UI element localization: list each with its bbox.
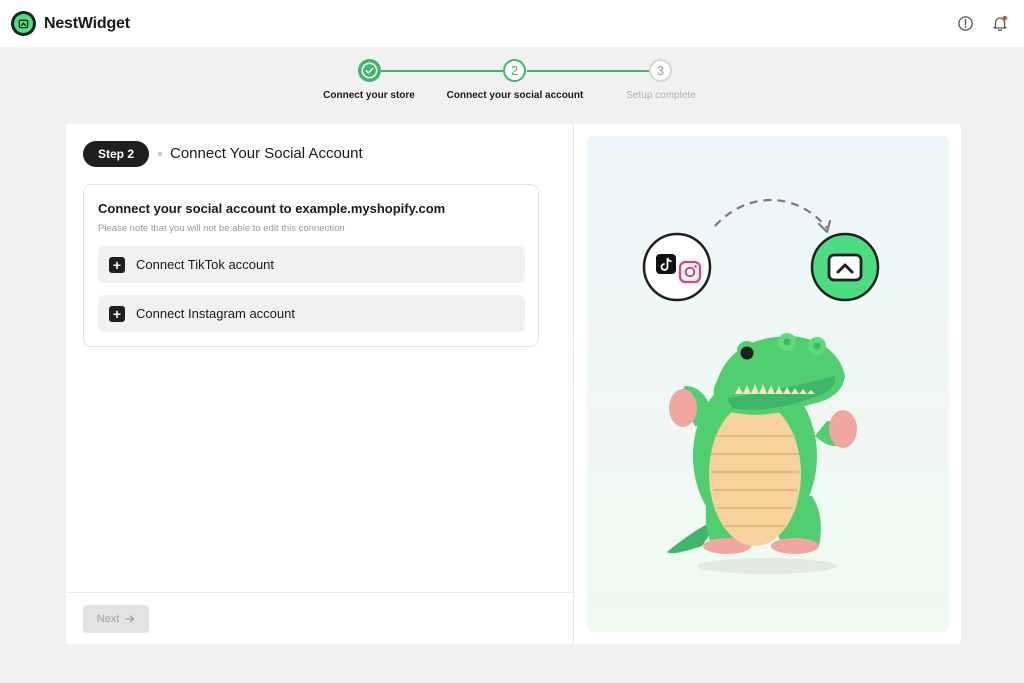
step-2-label: Connect your social account: [446, 90, 584, 101]
connect-instagram-label: Connect Instagram account: [136, 306, 295, 321]
nestwidget-icon: [810, 232, 880, 302]
step-3-indicator: 3: [649, 59, 672, 82]
illustration-panel: [587, 136, 949, 632]
step-3-label: Setup complete: [626, 90, 696, 101]
step-2-indicator: 2: [503, 59, 526, 82]
step-connector: [527, 70, 649, 72]
progress-stepper: 2 3 Connect your store Connect your soci…: [0, 58, 1024, 108]
step-1-check-icon: [358, 59, 381, 82]
footer-divider: [66, 592, 574, 593]
dashed-arrow: [714, 199, 828, 229]
app-name: NestWidget: [44, 14, 130, 32]
connect-heading: Connect your social account to example.m…: [98, 201, 446, 216]
social-networks-icon: [642, 232, 712, 302]
connect-illustration: [642, 199, 880, 574]
connect-panel: Step 2 Connect Your Social Account Conne…: [66, 124, 574, 644]
step-1-label: Connect your store: [323, 90, 415, 101]
next-button[interactable]: Next: [83, 605, 149, 633]
brand-logo-icon: [11, 11, 36, 36]
top-bar: NestWidget: [0, 0, 1024, 47]
arrow-right-icon: [125, 615, 135, 623]
connect-instagram-button[interactable]: + Connect Instagram account: [98, 295, 525, 332]
bell-icon[interactable]: [990, 13, 1010, 33]
main-card: Step 2 Connect Your Social Account Conne…: [66, 124, 961, 644]
step-connector: [381, 70, 503, 72]
connect-accounts-box: Connect your social account to example.m…: [83, 184, 539, 347]
connect-tiktok-button[interactable]: + Connect TikTok account: [98, 246, 525, 283]
connect-tiktok-label: Connect TikTok account: [136, 257, 275, 272]
next-label: Next: [96, 613, 120, 625]
plus-icon: +: [109, 256, 125, 273]
plus-icon: +: [109, 305, 125, 322]
step-badge: Step 2: [83, 141, 149, 167]
brand[interactable]: NestWidget: [11, 11, 130, 36]
separator-dot: [158, 152, 162, 156]
page-title: Connect Your Social Account: [170, 145, 363, 162]
connect-note: Please note that you will not be able to…: [98, 223, 345, 234]
crocodile-mascot-icon: [667, 333, 857, 574]
alert-circle-icon[interactable]: [955, 13, 975, 33]
